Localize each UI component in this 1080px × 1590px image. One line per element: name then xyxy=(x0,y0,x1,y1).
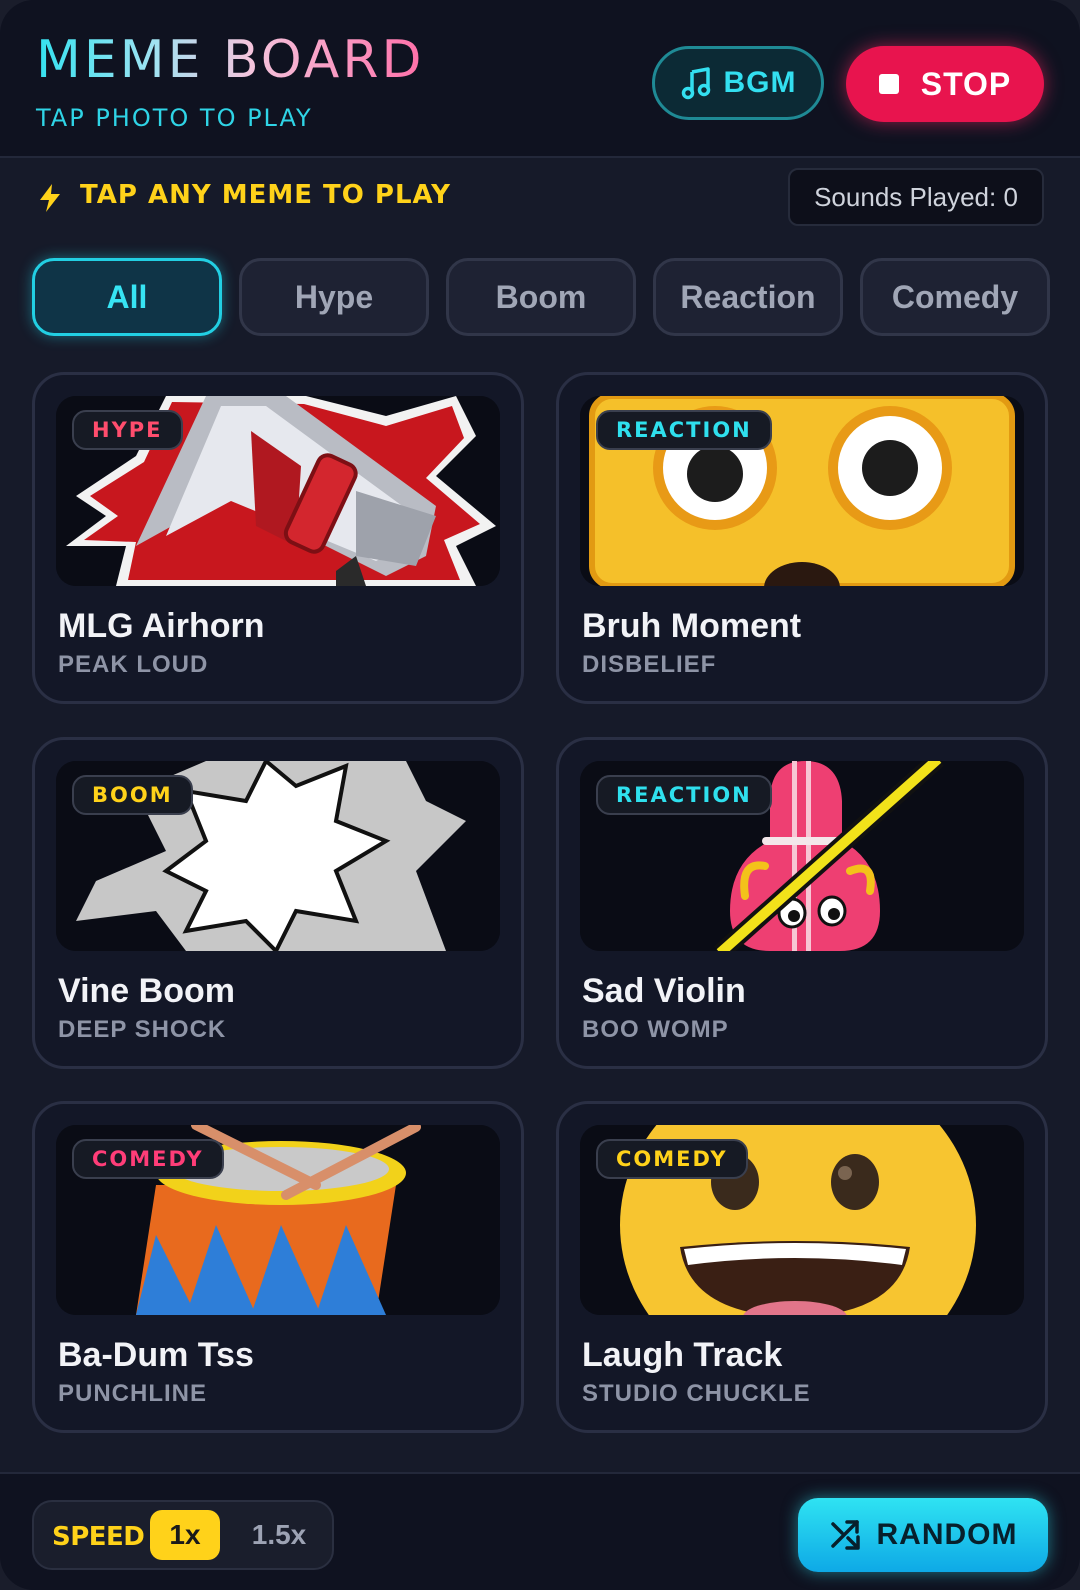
category-badge: HYPE xyxy=(72,410,183,450)
meme-card-mlg-airhorn[interactable]: HYPE MLG Airhorn PEAK LOUD xyxy=(32,372,524,704)
meme-title: Sad Violin xyxy=(582,972,746,1010)
tab-hype[interactable]: Hype xyxy=(239,258,429,336)
music-note-icon xyxy=(681,67,710,100)
category-badge: REACTION xyxy=(596,410,772,450)
meme-subtitle: PEAK LOUD xyxy=(58,651,209,678)
stop-label: STOP xyxy=(920,65,1012,102)
meme-card-sad-violin[interactable]: REACTION Sad Violin BOO WOMP xyxy=(556,737,1048,1069)
meme-card-ba-dum-tss[interactable]: COMEDY Ba-Dum Tss PUNCHLINE xyxy=(32,1101,524,1433)
meme-title: Bruh Moment xyxy=(582,607,802,645)
sad-violin-image[interactable]: REACTION xyxy=(580,761,1024,951)
meme-subtitle: DEEP SHOCK xyxy=(58,1016,227,1043)
category-badge: COMEDY xyxy=(72,1139,224,1179)
random-label: RANDOM xyxy=(876,1518,1018,1551)
meme-subtitle: STUDIO CHUCKLE xyxy=(582,1380,811,1407)
airhorn-image[interactable]: HYPE xyxy=(56,396,500,586)
shuffle-icon xyxy=(830,1520,860,1550)
sounds-played-counter: Sounds Played: 0 xyxy=(788,168,1044,226)
lightning-icon xyxy=(40,184,60,212)
category-badge: COMEDY xyxy=(596,1139,748,1179)
speed-option-1x[interactable]: 1x xyxy=(150,1510,220,1560)
stop-icon xyxy=(878,74,899,94)
meme-card-vine-boom[interactable]: BOOM Vine Boom DEEP SHOCK xyxy=(32,737,524,1069)
drum-image[interactable]: COMEDY xyxy=(56,1125,500,1315)
category-badge: BOOM xyxy=(72,775,193,815)
category-badge: REACTION xyxy=(596,775,772,815)
speed-option-1-5x[interactable]: 1.5x xyxy=(234,1510,324,1560)
meme-title: MLG Airhorn xyxy=(58,607,265,645)
tab-comedy[interactable]: Comedy xyxy=(860,258,1050,336)
meme-subtitle: BOO WOMP xyxy=(582,1016,729,1043)
meme-card-bruh-moment[interactable]: REACTION Bruh Moment DISBELIEF xyxy=(556,372,1048,704)
bgm-button[interactable]: BGM xyxy=(652,46,824,120)
tab-boom[interactable]: Boom xyxy=(446,258,636,336)
meme-card-laugh-track[interactable]: COMEDY Laugh Track STUDIO CHUCKLE xyxy=(556,1101,1048,1433)
app-subtitle: TAP PHOTO TO PLAY xyxy=(36,104,313,132)
tap-prompt: TAP ANY MEME TO PLAY xyxy=(80,180,451,210)
tab-all[interactable]: All xyxy=(32,258,222,336)
bgm-label: BGM xyxy=(723,66,797,99)
meme-subtitle: DISBELIEF xyxy=(582,651,717,678)
shocked-face-image[interactable]: REACTION xyxy=(580,396,1024,586)
app-title: MEME BOARD xyxy=(36,30,425,90)
meme-board-app: MEME BOARD TAP PHOTO TO PLAY BGM STOP TA… xyxy=(0,0,1080,1590)
laughing-face-image[interactable]: COMEDY xyxy=(580,1125,1024,1315)
stop-button[interactable]: STOP xyxy=(846,46,1044,122)
speed-label: SPEED xyxy=(52,1522,145,1552)
random-button[interactable]: RANDOM xyxy=(798,1498,1048,1572)
boom-burst-image[interactable]: BOOM xyxy=(56,761,500,951)
header: MEME BOARD TAP PHOTO TO PLAY BGM STOP xyxy=(0,0,1080,158)
bottom-bar: SPEED 1x 1.5x RANDOM xyxy=(0,1472,1080,1590)
meme-title: Vine Boom xyxy=(58,972,235,1010)
meme-subtitle: PUNCHLINE xyxy=(58,1380,208,1407)
speed-selector: SPEED 1x 1.5x xyxy=(32,1500,334,1570)
tab-reaction[interactable]: Reaction xyxy=(653,258,843,336)
meme-title: Laugh Track xyxy=(582,1336,783,1374)
meme-title: Ba-Dum Tss xyxy=(58,1336,254,1374)
